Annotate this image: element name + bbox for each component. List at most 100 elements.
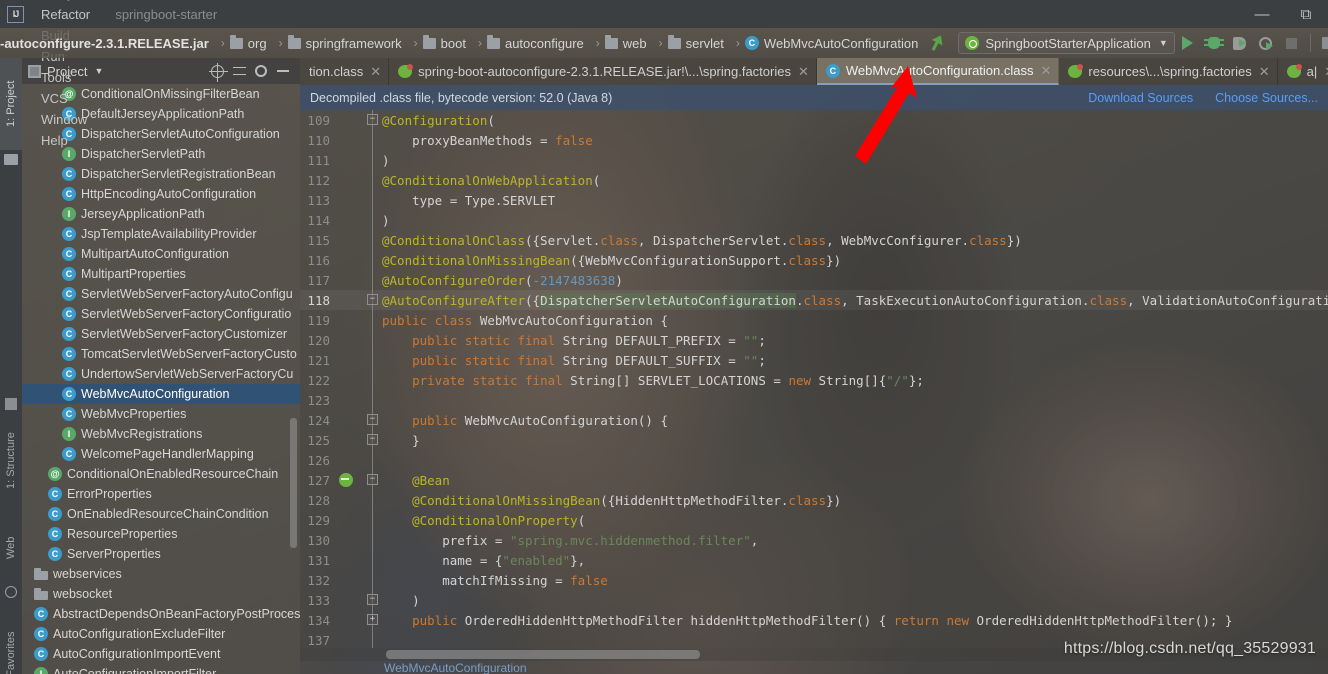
collapse-fold-icon[interactable]: − — [367, 114, 378, 125]
editor-gutter[interactable] — [336, 510, 382, 530]
debug-button[interactable] — [1201, 30, 1227, 56]
collapse-fold-icon[interactable]: − — [367, 294, 378, 305]
editor-gutter[interactable]: − — [336, 110, 382, 130]
choose-sources-link[interactable]: Choose Sources... — [1215, 91, 1318, 105]
sidebar-item-structure[interactable]: 1: Structure — [0, 418, 22, 504]
code-line[interactable]: 112 @ConditionalOnWebApplication( — [300, 170, 1328, 190]
code-editor[interactable]: 109− @Configuration(110 proxyBeanMethods … — [300, 110, 1328, 648]
editor-horizontal-scrollbar[interactable] — [386, 650, 700, 659]
tree-item[interactable]: C MultipartProperties — [22, 264, 300, 284]
editor-tab[interactable]: spring-boot-autoconfigure-2.3.1.RELEASE.… — [389, 58, 817, 85]
code-line[interactable]: 114) — [300, 210, 1328, 230]
code-line[interactable]: 130 prefix = "spring.mvc.hiddenmethod.fi… — [300, 530, 1328, 550]
tree-item[interactable]: I WebMvcRegistrations — [22, 424, 300, 444]
editor-gutter[interactable] — [336, 530, 382, 550]
tree-item[interactable]: C HttpEncodingAutoConfiguration — [22, 184, 300, 204]
breadcrumb-item-5[interactable]: › web — [588, 28, 651, 58]
editor-gutter[interactable] — [336, 150, 382, 170]
sidebar-item-web[interactable]: Web — [0, 518, 22, 578]
tree-item[interactable]: C ResourceProperties — [22, 524, 300, 544]
editor-gutter[interactable] — [336, 390, 382, 410]
editor-tab[interactable]: resources\...\spring.factories ✕ — [1059, 58, 1278, 85]
editor-gutter[interactable] — [336, 170, 382, 190]
sidebar-item-favorites[interactable]: 2: Favorites — [0, 618, 22, 674]
menu-help[interactable]: Help — [32, 130, 101, 151]
restore-button[interactable]: ⧉ — [1284, 0, 1328, 28]
tree-item[interactable]: C ServletWebServerFactoryConfiguratio — [22, 304, 300, 324]
editor-gutter[interactable] — [336, 630, 382, 648]
tree-item[interactable]: C WelcomePageHandlerMapping — [22, 444, 300, 464]
code-line[interactable]: 132 matchIfMissing = false — [300, 570, 1328, 590]
code-line[interactable]: 134 + public OrderedHiddenHttpMethodFilte… — [300, 610, 1328, 630]
editor-gutter[interactable] — [336, 330, 382, 350]
code-line[interactable]: 109 − @Configuration( — [300, 110, 1328, 130]
code-line[interactable]: 129 @ConditionalOnProperty( — [300, 510, 1328, 530]
editor-gutter[interactable] — [336, 490, 382, 510]
tree-item[interactable]: C WebMvcProperties — [22, 404, 300, 424]
editor-gutter[interactable]: − — [336, 410, 382, 430]
editor-gutter[interactable]: − — [336, 430, 382, 450]
tree-item[interactable]: C AbstractDependsOnBeanFactoryPostProcess — [22, 604, 300, 624]
profiler-button[interactable] — [1253, 30, 1279, 56]
editor-gutter[interactable] — [336, 230, 382, 250]
tree-item[interactable]: C ErrorProperties — [22, 484, 300, 504]
tree-item[interactable]: C AutoConfigurationImportEvent — [22, 644, 300, 664]
hide-panel-button[interactable] — [272, 60, 294, 82]
code-line[interactable]: 127 − @Bean — [300, 470, 1328, 490]
code-line[interactable]: 122 private static final String[] SERVLE… — [300, 370, 1328, 390]
project-structure-button[interactable] — [1316, 30, 1328, 56]
minimize-button[interactable]: — — [1240, 0, 1284, 28]
editor-gutter[interactable]: + — [336, 610, 382, 630]
editor-gutter[interactable] — [336, 550, 382, 570]
editor-gutter[interactable] — [336, 370, 382, 390]
breadcrumb-item-3[interactable]: › boot — [406, 28, 470, 58]
code-line[interactable]: 120 public static final String DEFAULT_P… — [300, 330, 1328, 350]
editor-gutter[interactable]: − — [336, 470, 382, 490]
project-tree[interactable]: @ ConditionalOnMissingFilterBean C DefaultJ… — [22, 84, 300, 674]
close-icon[interactable]: ✕ — [1259, 64, 1270, 80]
expand-fold-icon[interactable]: + — [367, 614, 378, 625]
editor-gutter[interactable] — [336, 190, 382, 210]
code-line[interactable]: 119 public class WebMvcAutoConfiguration … — [300, 310, 1328, 330]
spring-bean-gutter-icon[interactable] — [339, 473, 353, 487]
tree-item[interactable]: webservices — [22, 564, 300, 584]
tree-item[interactable]: C TomcatServletWebServerFactoryCusto — [22, 344, 300, 364]
tree-item[interactable]: websocket — [22, 584, 300, 604]
editor-gutter[interactable] — [336, 570, 382, 590]
code-line[interactable]: 116 @ConditionalOnMissingBean({WebMvcConf… — [300, 250, 1328, 270]
code-line[interactable]: 123 — [300, 390, 1328, 410]
build-icon[interactable] — [932, 34, 950, 52]
editor-gutter[interactable] — [336, 350, 382, 370]
breadcrumb-item-1[interactable]: › org — [213, 28, 271, 58]
editor-gutter[interactable]: − — [336, 290, 382, 310]
menu-refactor[interactable]: Refactor — [32, 4, 101, 25]
editor-gutter[interactable] — [336, 450, 382, 470]
breadcrumb-item-2[interactable]: › springframework — [271, 28, 406, 58]
run-button[interactable] — [1175, 30, 1201, 56]
code-line[interactable]: 115 @ConditionalOnClass({Servlet.class, D… — [300, 230, 1328, 250]
tree-item[interactable]: C ServletWebServerFactoryCustomizer — [22, 324, 300, 344]
collapse-all-button[interactable] — [228, 60, 250, 82]
breadcrumb-item-4[interactable]: › autoconfigure — [470, 28, 588, 58]
code-line[interactable]: 131 name = {"enabled"}, — [300, 550, 1328, 570]
tree-item[interactable]: C ServletWebServerFactoryAutoConfigu — [22, 284, 300, 304]
editor-tab-active[interactable]: C WebMvcAutoConfiguration.class ✕ — [816, 58, 1060, 85]
menu-window[interactable]: Window — [32, 109, 101, 130]
code-line[interactable]: 125 − } — [300, 430, 1328, 450]
code-line[interactable]: 117 @AutoConfigureOrder(-2147483638) — [300, 270, 1328, 290]
close-icon[interactable]: ✕ — [1041, 63, 1052, 79]
breadcrumb-item-0[interactable]: -autoconfigure-2.3.1.RELEASE.jar — [0, 28, 213, 58]
code-line[interactable]: 126 — [300, 450, 1328, 470]
collapse-fold-icon[interactable]: − — [367, 414, 378, 425]
editor-gutter[interactable] — [336, 270, 382, 290]
close-icon[interactable]: ✕ — [798, 64, 809, 80]
editor-gutter[interactable] — [336, 250, 382, 270]
run-configuration-selector[interactable]: SpringbootStarterApplication ▼ — [958, 32, 1175, 54]
tree-item[interactable]: C JspTemplateAvailabilityProvider — [22, 224, 300, 244]
tree-item[interactable]: C MultipartAutoConfiguration — [22, 244, 300, 264]
editor-gutter[interactable] — [336, 210, 382, 230]
code-line[interactable]: 121 public static final String DEFAULT_S… — [300, 350, 1328, 370]
editor-breadcrumb[interactable]: WebMvcAutoConfiguration — [300, 661, 1328, 674]
code-line[interactable]: 113 type = Type.SERVLET — [300, 190, 1328, 210]
tree-item[interactable]: C OnEnabledResourceChainCondition — [22, 504, 300, 524]
